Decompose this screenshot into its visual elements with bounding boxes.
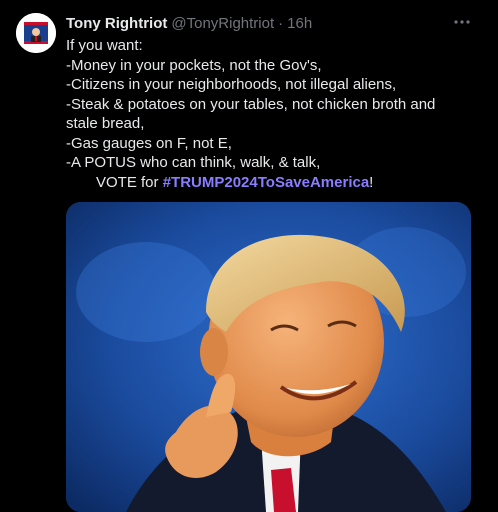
tweet-line: -A POTUS who can think, walk, & talk,	[66, 154, 321, 171]
user-handle[interactable]: @TonyRightriot	[171, 15, 274, 32]
photo-image	[66, 202, 471, 512]
tweet-line: -Steak & potatoes on your tables, not ch…	[66, 95, 436, 113]
tweet[interactable]: Tony Rightriot @TonyRightriot · 16h If y…	[0, 0, 498, 512]
avatar[interactable]	[16, 13, 56, 53]
avatar-image	[16, 13, 56, 53]
hashtag-link[interactable]: #TRUMP2024ToSaveAmerica	[163, 174, 369, 191]
tweet-line: stale bread,	[66, 115, 145, 132]
tweet-line: If you want:	[66, 37, 143, 54]
tweet-photo[interactable]	[66, 202, 471, 512]
tweet-text: If you want: -Money in your pockets, not…	[66, 36, 486, 192]
tweet-line: -Money in your pockets, not the Gov's,	[66, 56, 322, 74]
separator-dot: ·	[278, 14, 284, 32]
more-options-button[interactable]	[450, 12, 474, 32]
tweet-line: -Gas gauges on F, not E,	[66, 134, 232, 152]
more-horizontal-icon	[454, 20, 470, 24]
tweet-header: Tony Rightriot @TonyRightriot · 16h	[66, 13, 312, 33]
vote-line: VOTE for #TRUMP2024ToSaveAmerica!	[66, 173, 486, 193]
timestamp[interactable]: 16h	[287, 15, 312, 32]
tweet-line: -Citizens in your neighborhoods, not ill…	[66, 76, 397, 93]
vote-suffix: !	[369, 173, 374, 191]
display-name[interactable]: Tony Rightriot	[66, 15, 167, 32]
vote-prefix: VOTE for	[96, 173, 163, 191]
